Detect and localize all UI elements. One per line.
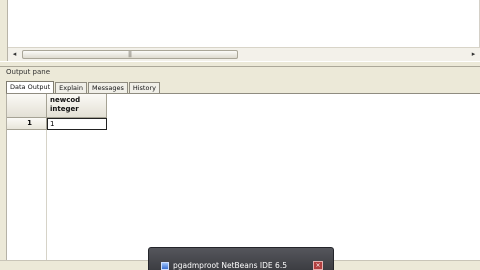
pane-splitter[interactable] — [0, 61, 480, 67]
editor-area[interactable] — [0, 0, 480, 47]
editor-left-margin — [0, 0, 8, 62]
horizontal-scrollbar[interactable]: ◂ ||| ▸ — [8, 47, 480, 61]
column-name: newcod — [50, 96, 81, 104]
grid-corner-cell[interactable] — [7, 94, 47, 118]
taskbar-window-title: pgadmproot NetBeans IDE 6.5 — [173, 261, 287, 270]
scrollbar-grip-icon: ||| — [128, 51, 132, 58]
output-pane-title: Output pane — [6, 68, 51, 76]
data-output-grid[interactable]: newcod integer 1 1 — [6, 94, 480, 260]
row-header-column — [7, 130, 47, 260]
grid-cell-selected[interactable]: 1 — [47, 118, 107, 130]
column-type: integer — [50, 105, 79, 113]
column-header-newcod[interactable]: newcod integer — [47, 94, 107, 118]
scrollbar-thumb[interactable]: ||| — [22, 50, 238, 59]
row-header-1[interactable]: 1 — [7, 118, 47, 130]
scroll-right-arrow-icon[interactable]: ▸ — [469, 50, 478, 59]
scroll-left-arrow-icon[interactable]: ◂ — [10, 50, 19, 59]
close-icon[interactable]: × — [313, 261, 323, 270]
taskbar-preview-popup[interactable]: pgadmproot NetBeans IDE 6.5 × — [148, 247, 334, 270]
taskbar-window-item[interactable]: pgadmproot NetBeans IDE 6.5 — [161, 260, 329, 270]
app-window-icon — [161, 261, 169, 270]
